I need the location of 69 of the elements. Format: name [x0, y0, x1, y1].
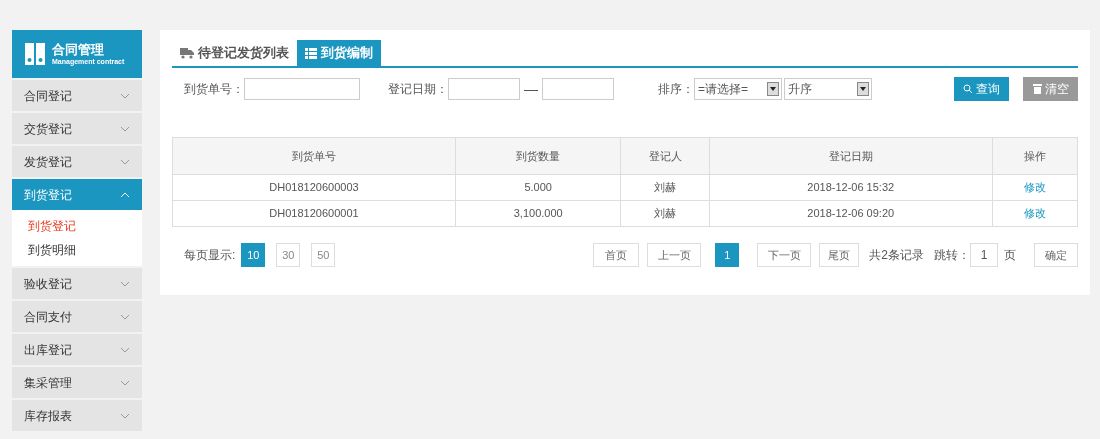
field-label: 登记日期：: [388, 81, 448, 98]
search-button[interactable]: 查询: [954, 77, 1009, 101]
dropdown-icon: [767, 82, 779, 96]
page-size-label: 每页显示:: [184, 247, 236, 264]
column-header: 到货数量: [455, 137, 621, 175]
column-header: 到货单号: [172, 137, 456, 175]
list-icon: [305, 47, 317, 59]
dropdown-icon: [857, 82, 869, 96]
menu-item[interactable]: 验收登记: [12, 268, 142, 299]
first-page-button[interactable]: 首页: [593, 243, 640, 267]
confirm-button[interactable]: 确定: [1034, 243, 1078, 267]
table-cell: 刘赫: [621, 174, 710, 201]
field-label: 排序：: [658, 81, 694, 98]
chevron-icon: [120, 191, 130, 198]
table-cell: DH018120600001: [172, 200, 456, 227]
trash-icon: [1032, 84, 1042, 94]
jump-label: 跳转：: [934, 247, 970, 264]
field-label: 到货单号：: [184, 81, 244, 98]
page-number[interactable]: 1: [715, 243, 740, 267]
page-size-option[interactable]: 30: [276, 243, 301, 267]
previous-page-button[interactable]: 上一页: [647, 243, 702, 267]
table-cell: 刘赫: [621, 200, 710, 227]
submenu-item[interactable]: 到货明细: [12, 238, 92, 262]
column-header: 登记日期: [709, 137, 993, 175]
page-jump-field[interactable]: 1: [970, 243, 998, 267]
edit-link[interactable]: 修改: [1023, 207, 1046, 220]
page-size-option[interactable]: 50: [311, 243, 336, 267]
tab[interactable]: 待登记发货列表: [172, 40, 297, 66]
select-field[interactable]: =请选择=: [694, 78, 782, 100]
column-header: 操作: [992, 137, 1078, 175]
page-size-option[interactable]: 10: [241, 243, 266, 267]
chevron-icon: [120, 346, 130, 353]
binders-icon: [24, 42, 46, 66]
menu-item[interactable]: 发货登记: [12, 146, 142, 177]
menu-item[interactable]: 库存报表: [12, 400, 142, 431]
tab[interactable]: 到货编制: [297, 40, 381, 66]
date-field[interactable]: [542, 78, 614, 100]
menu-item[interactable]: 集采管理: [12, 367, 142, 398]
submenu-item[interactable]: 到货登记: [12, 214, 92, 238]
menu-item[interactable]: 出库登记: [12, 334, 142, 365]
chevron-icon: [120, 412, 130, 419]
table-cell: DH018120600003: [172, 174, 456, 201]
select-field[interactable]: 升序: [784, 78, 872, 100]
table-cell: 3,100.000: [455, 200, 621, 227]
chevron-icon: [120, 125, 130, 132]
page-unit: 页: [1004, 247, 1016, 264]
chevron-icon: [120, 92, 130, 99]
sidebar-title: 合同管理: [52, 43, 105, 56]
table-cell: 2018-12-06 15:32: [709, 174, 993, 201]
chevron-icon: [120, 313, 130, 320]
chevron-icon: [120, 280, 130, 287]
date-separator: —: [524, 79, 538, 99]
truck-icon: [180, 47, 194, 59]
next-page-button[interactable]: 下一页: [757, 243, 812, 267]
record-count: 共2条记录: [869, 247, 924, 264]
table-cell: 5.000: [455, 174, 621, 201]
menu-item[interactable]: 合同登记: [12, 80, 142, 111]
chevron-icon: [120, 379, 130, 386]
menu-item[interactable]: 到货登记: [12, 179, 142, 210]
column-header: 登记人: [621, 137, 710, 175]
date-field[interactable]: [448, 78, 520, 100]
last-page-button[interactable]: 尾页: [819, 243, 860, 267]
menu-item[interactable]: 交货登记: [12, 113, 142, 144]
table-cell: 2018-12-06 09:20: [709, 200, 993, 227]
number-field[interactable]: [244, 78, 360, 100]
chevron-icon: [120, 158, 130, 165]
edit-link[interactable]: 修改: [1023, 181, 1046, 194]
menu-item[interactable]: 合同支付: [12, 301, 142, 332]
search-icon: [963, 84, 973, 94]
